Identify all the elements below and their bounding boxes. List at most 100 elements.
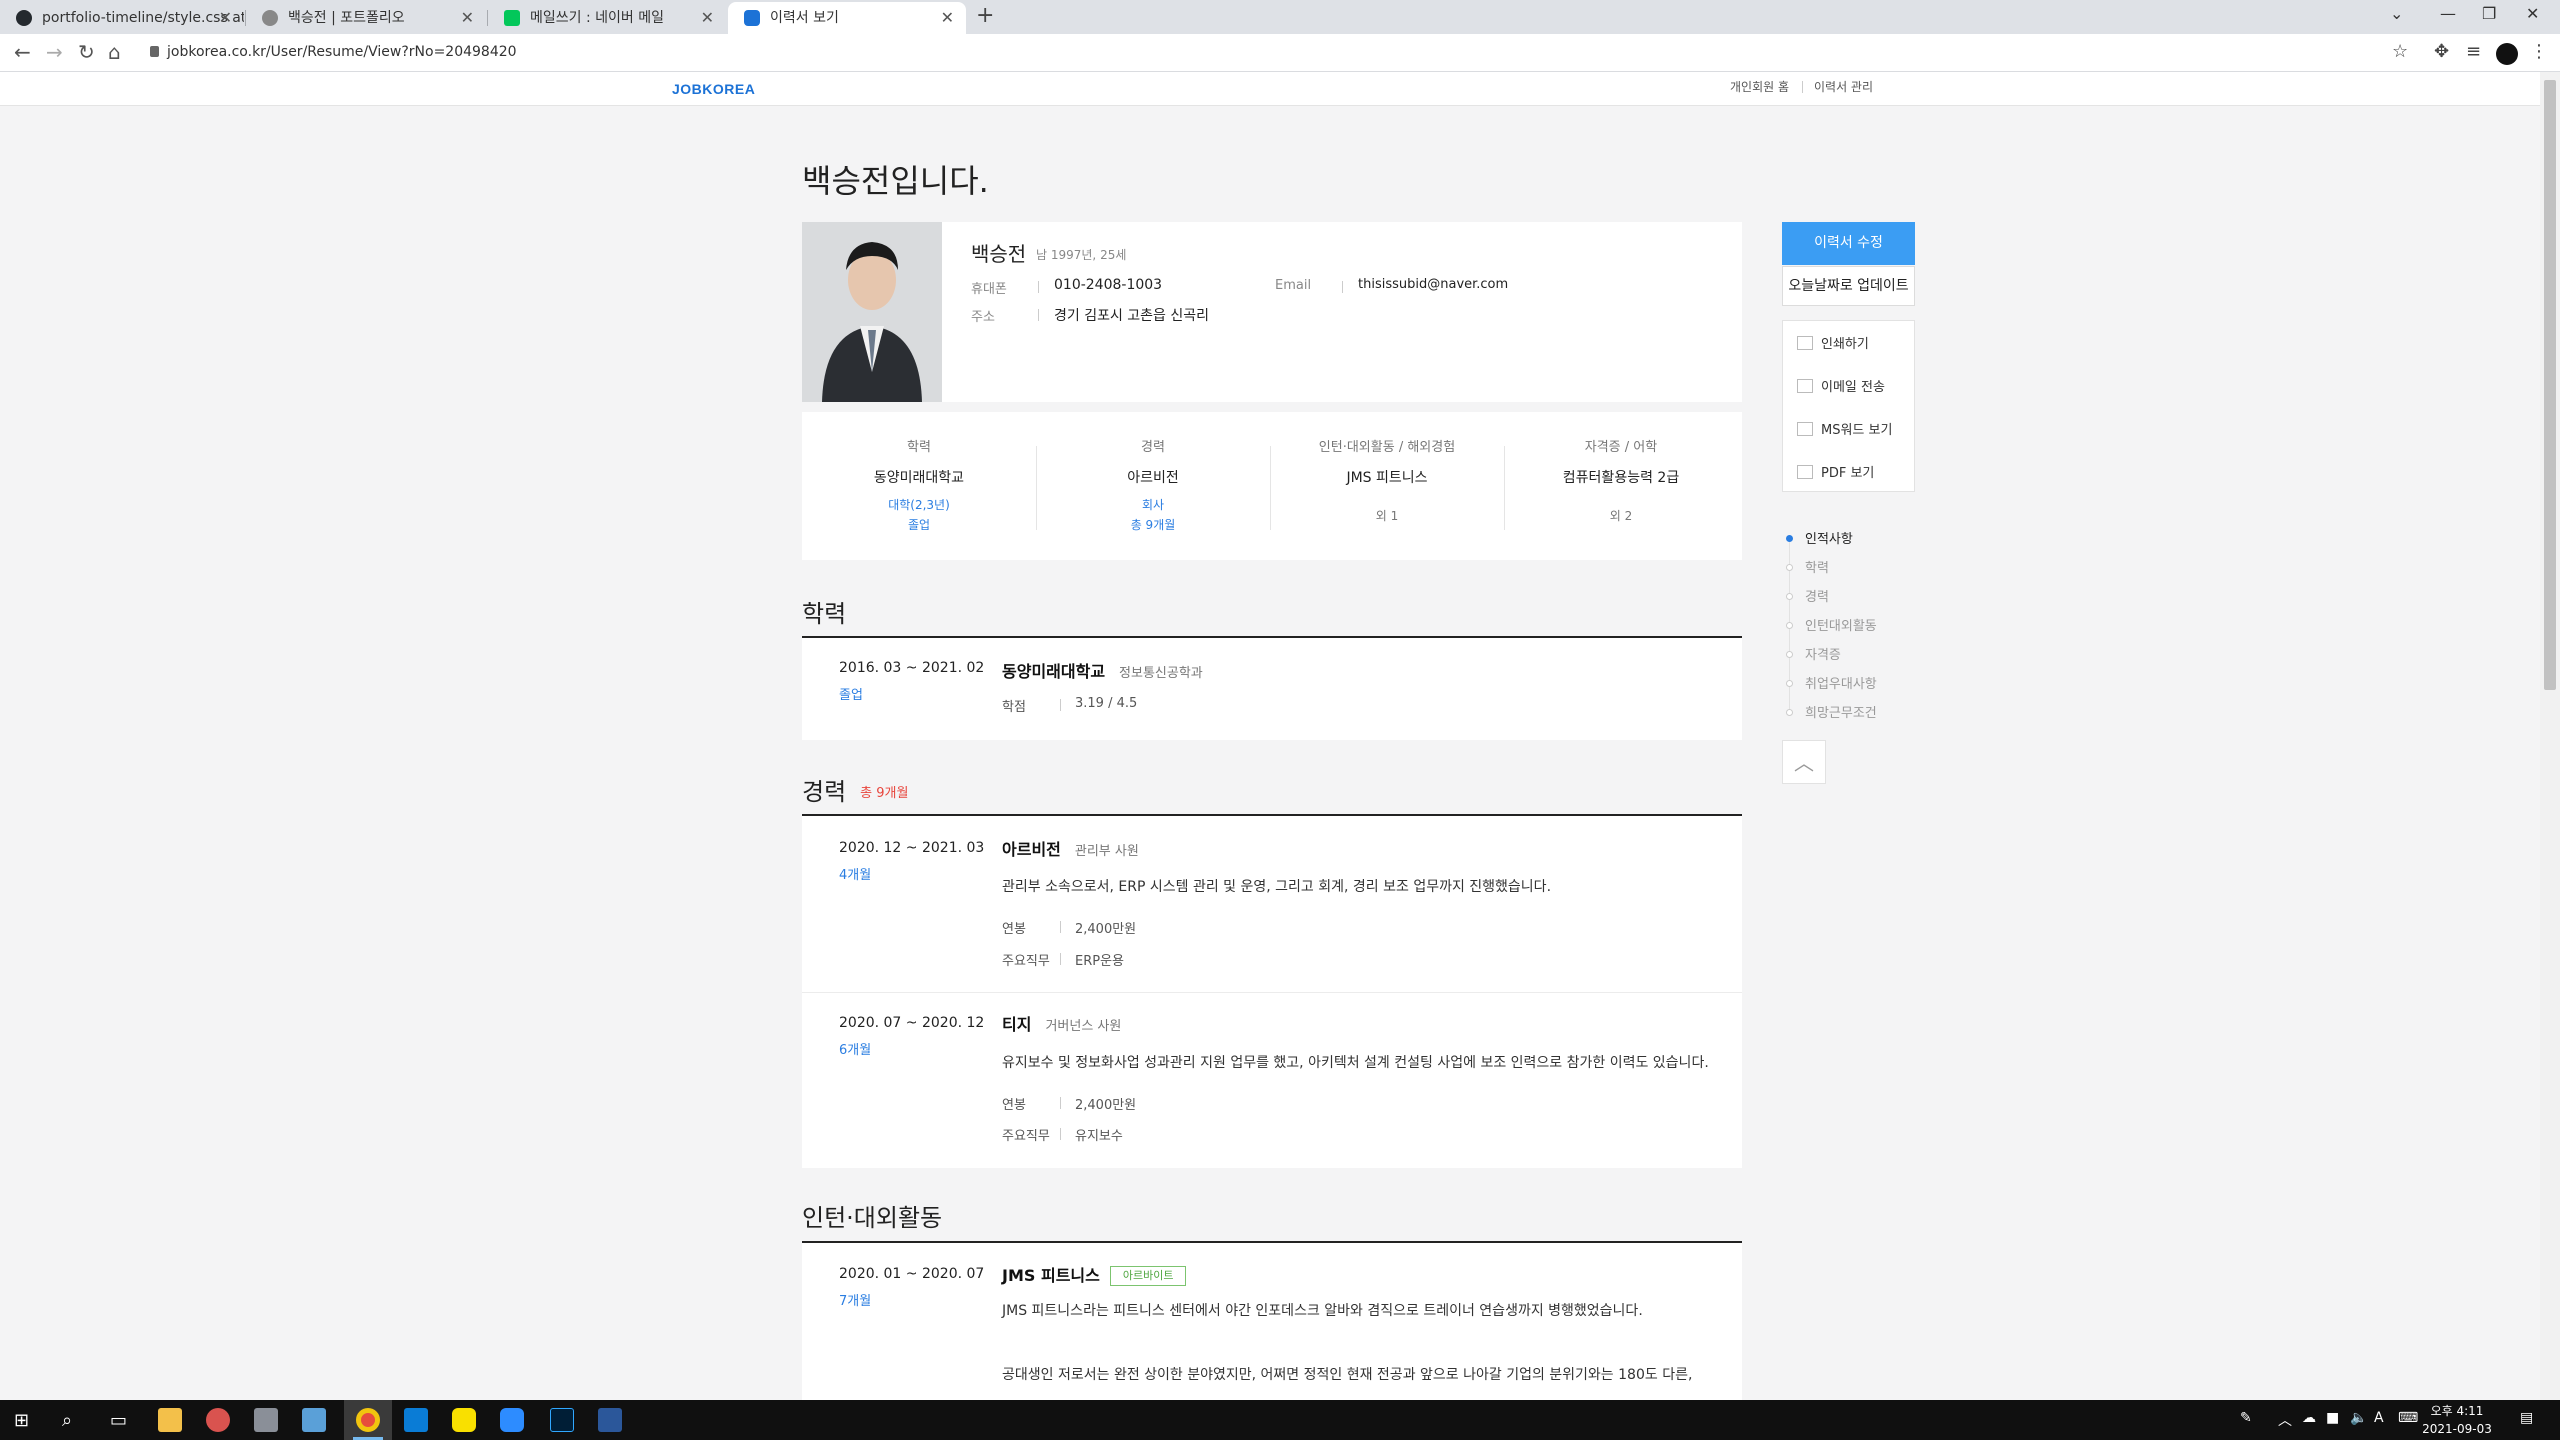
email-send-button[interactable]: 이메일 전송 — [1797, 376, 1885, 395]
calculator-icon[interactable] — [254, 1408, 278, 1432]
close-icon[interactable]: ✕ — [461, 2, 474, 34]
summary-main: 아르비전 — [1127, 470, 1179, 486]
scrollbar-thumb[interactable] — [2544, 80, 2556, 690]
ime-indicator[interactable]: A — [2374, 1410, 2384, 1426]
resume-title: 백승전입니다. — [802, 162, 989, 200]
divider — [1038, 309, 1039, 321]
toc-career[interactable]: 경력 — [1786, 586, 1829, 605]
close-icon[interactable]: ✕ — [701, 2, 714, 34]
summary-sub: 대학(2,3년) 졸업 — [802, 495, 1036, 535]
toc-certificates[interactable]: 자격증 — [1786, 644, 1841, 663]
vscode-icon[interactable] — [404, 1408, 428, 1432]
network-icon[interactable]: ☁ — [2302, 1410, 2316, 1426]
mail-icon — [1797, 379, 1813, 393]
pdf-icon — [1797, 465, 1813, 479]
keyboard-icon[interactable]: ⌨ — [2398, 1410, 2418, 1426]
zoom-icon[interactable] — [500, 1408, 524, 1432]
back-icon[interactable]: ← — [14, 40, 31, 64]
pen-icon[interactable]: ✎ — [2240, 1410, 2252, 1426]
print-icon — [1797, 336, 1813, 350]
tab-resume-view[interactable]: 이력서 보기 ✕ — [728, 2, 966, 34]
toc-personal-info[interactable]: 인적사항 — [1786, 528, 1853, 547]
new-tab-icon[interactable]: + — [976, 3, 994, 28]
member-home-link[interactable]: 개인회원 홈 — [1730, 78, 1789, 95]
edit-resume-button[interactable]: 이력서 수정 — [1782, 222, 1915, 265]
summary-career[interactable]: 경력 아르비전 회사 총 9개월 — [1036, 436, 1270, 535]
reload-icon[interactable]: ↻ — [78, 40, 95, 64]
company-name-text: 티지 — [1002, 1015, 1032, 1034]
toc-dot — [1786, 651, 1793, 658]
summary-title: 인턴·대외활동 / 해외경험 — [1318, 440, 1456, 455]
close-window-icon[interactable]: ✕ — [2526, 4, 2539, 23]
profile-avatar[interactable] — [2496, 43, 2518, 65]
summary-certificates[interactable]: 자격증 / 어학 컴퓨터활용능력 2급 외 2 — [1504, 436, 1738, 524]
volume-icon[interactable]: 🔈 — [2350, 1410, 2367, 1426]
summary-education[interactable]: 학력 동양미래대학교 대학(2,3년) 졸업 — [802, 436, 1036, 535]
kakaotalk-icon[interactable] — [452, 1408, 476, 1432]
msword-view-button[interactable]: MS워드 보기 — [1797, 419, 1892, 438]
action-label: 이메일 전송 — [1821, 380, 1885, 395]
bookmark-star-icon[interactable]: ☆ — [2392, 41, 2408, 62]
toc-education[interactable]: 학력 — [1786, 557, 1829, 576]
minimize-icon[interactable]: — — [2440, 4, 2456, 23]
notification-icon[interactable]: ▤ — [2520, 1410, 2533, 1426]
gpa-label: 학점 — [1002, 700, 1026, 715]
tab-naver-mail[interactable]: 메일쓰기 : 네이버 메일 ✕ — [488, 2, 726, 34]
word-icon[interactable] — [598, 1408, 622, 1432]
tab-search-icon[interactable]: ⌄ — [2390, 4, 2403, 23]
salary-label: 연봉 — [1002, 922, 1026, 937]
jobkorea-icon — [744, 10, 760, 26]
summary-title: 학력 — [907, 440, 931, 455]
toc-dot — [1786, 535, 1793, 542]
company-name: 아르비전 관리부 사원 — [1002, 836, 1139, 860]
close-icon[interactable]: ✕ — [941, 2, 954, 34]
duty-label: 주요직무 — [1002, 954, 1050, 969]
home-icon[interactable]: ⌂ — [108, 40, 121, 64]
toc-activities[interactable]: 인턴대외활동 — [1786, 615, 1877, 634]
career-description: 유지보수 및 정보화사업 성과관리 지원 업무를 했고, 아키텍처 설계 컨설팅… — [1002, 1055, 1709, 1071]
tab-label: 이력서 보기 — [770, 10, 839, 26]
tab-label: 백승전 | 포트폴리오 — [288, 10, 405, 26]
chrome-icon[interactable] — [356, 1408, 380, 1432]
scroll-top-button[interactable]: ︿ — [1782, 740, 1826, 784]
resume-manage-link[interactable]: 이력서 관리 — [1814, 78, 1873, 95]
profile-meta: 남 1997년, 25세 — [1036, 248, 1127, 262]
activity-tag: 아르바이트 — [1109, 1266, 1187, 1286]
file-explorer-icon[interactable] — [158, 1408, 182, 1432]
divider — [1038, 281, 1039, 293]
url-field[interactable]: jobkorea.co.kr/User/Resume/View?rNo=2049… — [150, 44, 517, 60]
taskbar-clock[interactable]: 오후 4:11 2021-09-03 — [2422, 1402, 2492, 1438]
pdf-view-button[interactable]: PDF 보기 — [1797, 462, 1874, 481]
update-today-button[interactable]: 오늘날짜로 업데이트 — [1782, 266, 1915, 306]
extensions-icon[interactable]: ✥ — [2434, 41, 2449, 62]
photoshop-icon[interactable] — [550, 1408, 574, 1432]
tab-github[interactable]: portfolio-timeline/style.css at m ✕ — [0, 2, 244, 34]
summary-main: JMS 피트니스 — [1346, 470, 1428, 486]
kakaotalk-tray-icon[interactable]: ■ — [2326, 1410, 2339, 1426]
task-view-icon[interactable]: ▭ — [110, 1410, 127, 1431]
gpa-value: 3.19 / 4.5 — [1075, 696, 1138, 711]
action-label: PDF 보기 — [1821, 466, 1875, 481]
windows-start-icon[interactable]: ⊞ — [14, 1410, 29, 1431]
education-card — [802, 638, 1742, 740]
career-duration: 6개월 — [839, 1043, 872, 1058]
search-icon[interactable]: ⌕ — [62, 1410, 72, 1431]
toc-preferences[interactable]: 취업우대사항 — [1786, 673, 1877, 692]
menu-icon[interactable]: ⋮ — [2530, 41, 2548, 62]
paint-icon[interactable] — [206, 1408, 230, 1432]
notepad-icon[interactable] — [302, 1408, 326, 1432]
close-icon[interactable]: ✕ — [219, 2, 232, 34]
restore-icon[interactable]: ❐ — [2482, 4, 2496, 23]
summary-activities[interactable]: 인턴·대외활동 / 해외경험 JMS 피트니스 외 1 — [1270, 436, 1504, 524]
forward-icon[interactable]: → — [46, 40, 63, 64]
summary-extra: 외 1 — [1375, 509, 1399, 523]
reading-list-icon[interactable]: ≡ — [2466, 41, 2481, 62]
toc-desired-conditions[interactable]: 희망근무조건 — [1786, 702, 1877, 721]
address-label: 주소 — [971, 310, 995, 325]
tab-portfolio[interactable]: 백승전 | 포트폴리오 ✕ — [246, 2, 486, 34]
jobkorea-logo[interactable]: JOBKOREA — [672, 81, 755, 97]
activity-period: 2020. 01 ~ 2020. 07 — [839, 1266, 985, 1282]
lock-icon — [150, 46, 159, 57]
print-button[interactable]: 인쇄하기 — [1797, 333, 1869, 352]
tray-chevron-icon[interactable]: ︿ — [2278, 1410, 2292, 1430]
